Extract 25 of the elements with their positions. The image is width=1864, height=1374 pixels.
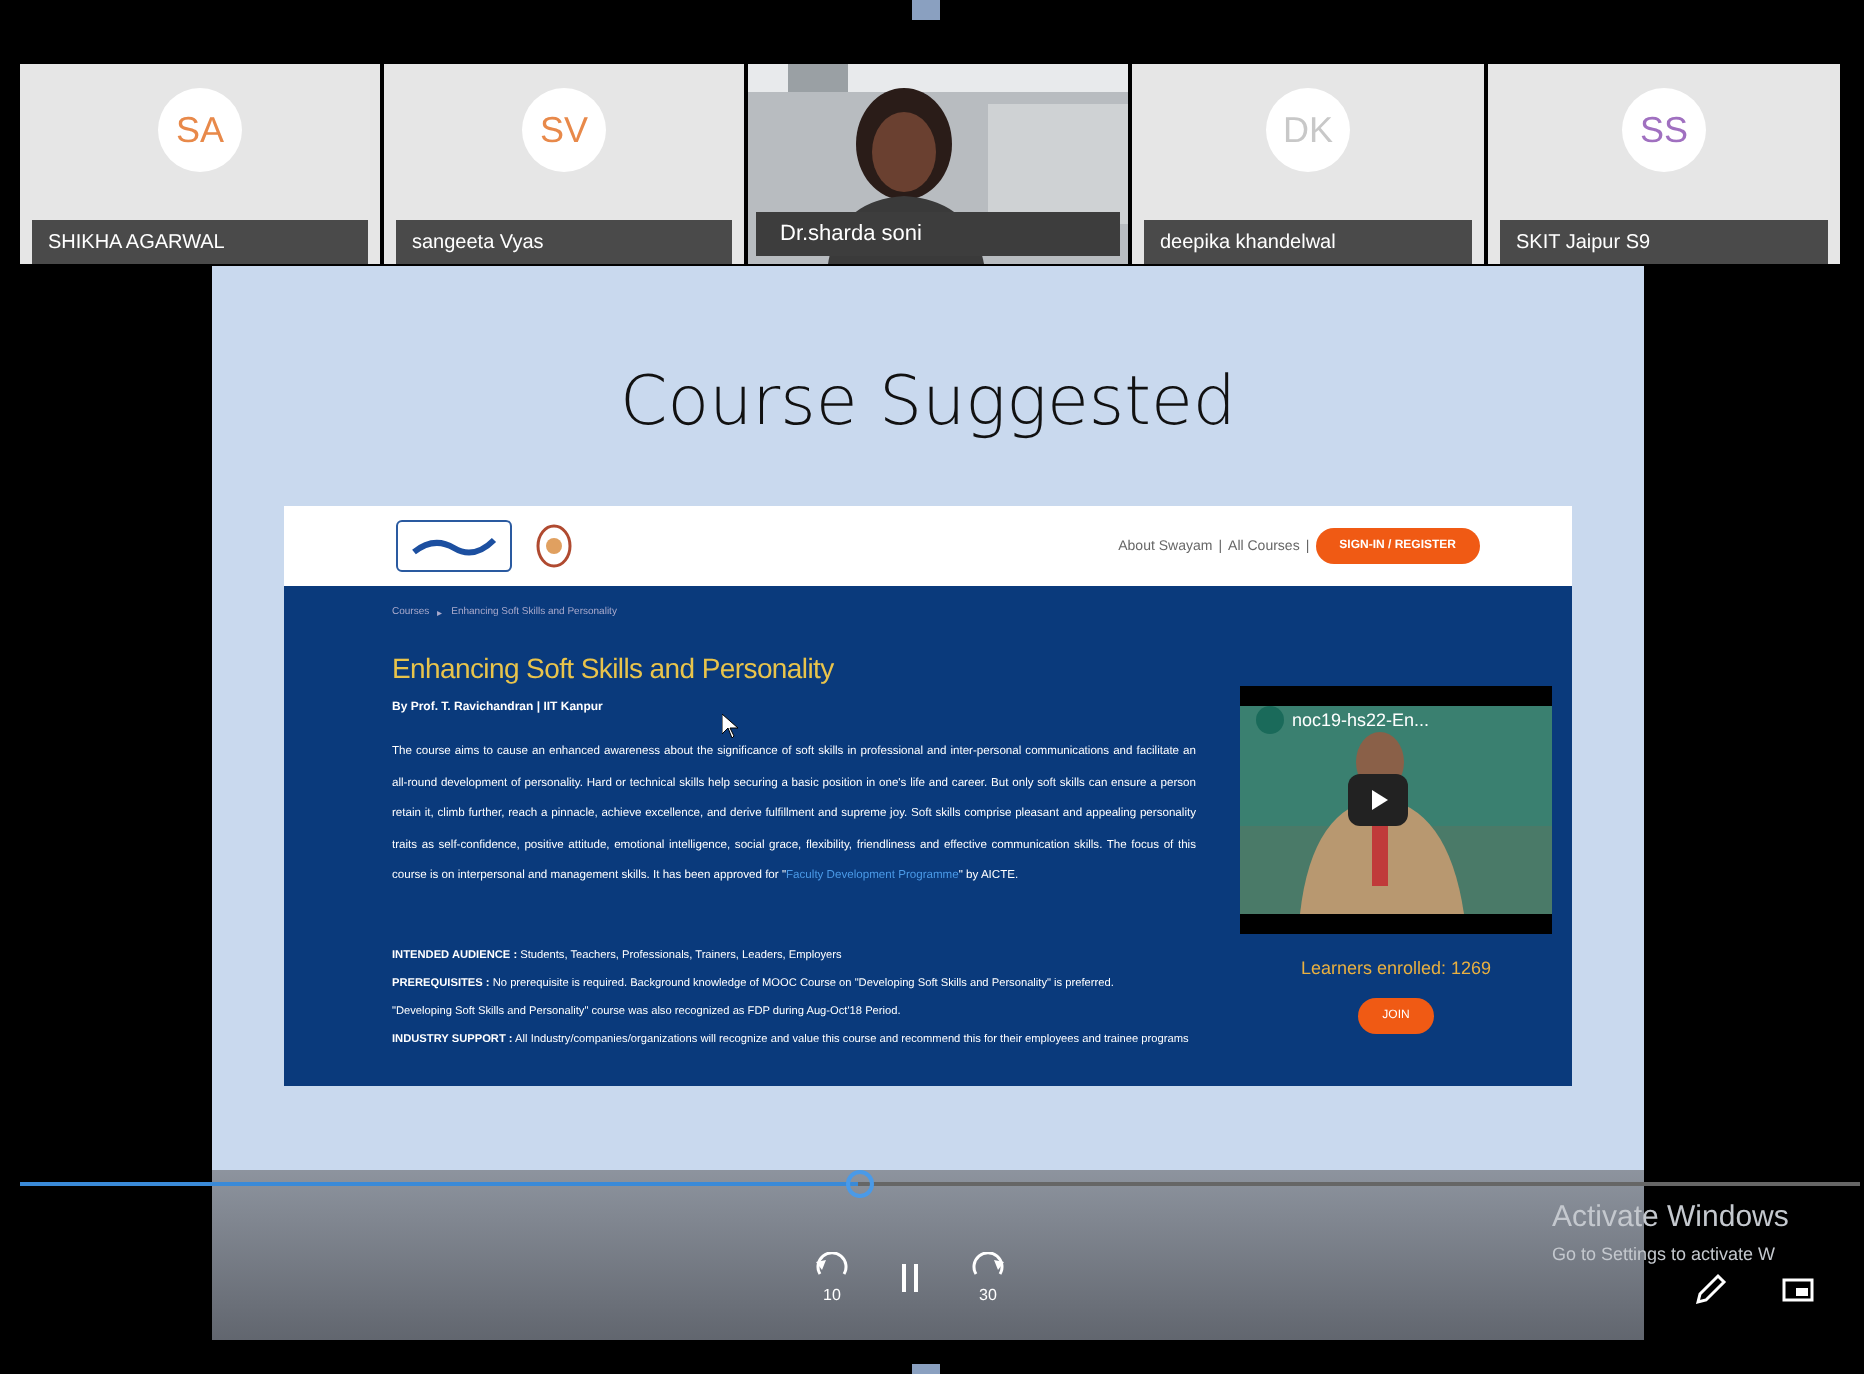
handle-icon[interactable] [912,0,940,20]
rewind-icon [814,1252,850,1276]
participant-avatar: SA [158,88,242,172]
play-icon[interactable] [1348,774,1408,826]
rewind-button[interactable]: 10 [808,1252,856,1304]
participant-name: Dr.sharda soni [756,212,1120,256]
participant-name: deepika khandelwal [1144,220,1472,264]
video-player[interactable]: noc19-hs22-En... [1240,686,1552,934]
pause-icon[interactable] [900,1262,920,1294]
video-title: noc19-hs22-En... [1292,710,1430,730]
logo-icon [396,520,512,572]
learners-count: Learners enrolled: 1269 [1300,958,1492,978]
pencil-icon[interactable] [1692,1272,1728,1308]
participant-avatar: SS [1622,88,1706,172]
participant-name: sangeeta Vyas [396,220,732,264]
participant-name: SHIKHA AGARWAL [32,220,368,264]
course-title: Enhancing Soft Skills and Personality [392,652,836,684]
forward-button[interactable]: 30 [964,1252,1012,1304]
cursor-icon [722,714,738,738]
seek-thumb[interactable] [845,1170,874,1198]
participant-avatar: SV [522,88,606,172]
forward-icon [970,1252,1006,1276]
slide-title: Course Suggested [620,362,1236,442]
emblem-icon [536,524,572,568]
participant-name: SKIT Jaipur S9 [1500,220,1828,264]
